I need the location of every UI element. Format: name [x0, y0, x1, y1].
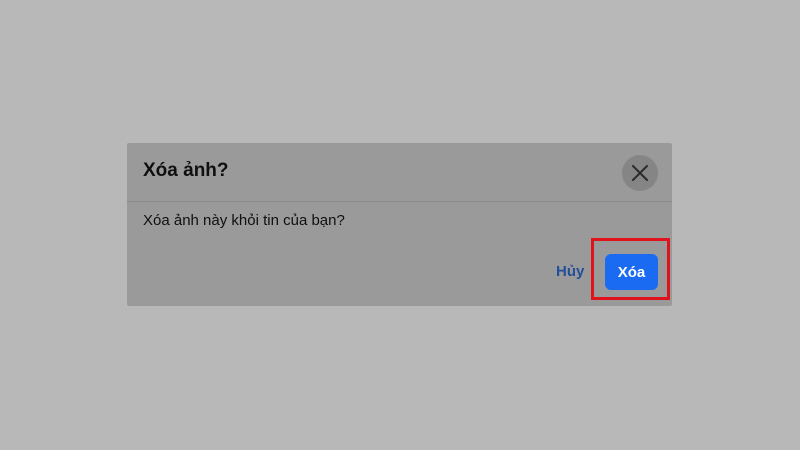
dialog-message: Xóa ảnh này khỏi tin của bạn? — [143, 212, 345, 229]
screen-overlay: Xóa ảnh? Xóa ảnh này khỏi tin của bạn? H… — [0, 0, 800, 450]
dialog-header: Xóa ảnh? — [127, 143, 672, 202]
close-icon — [632, 165, 648, 181]
close-button[interactable] — [622, 155, 658, 191]
dialog-title: Xóa ảnh? — [143, 160, 229, 181]
cancel-button[interactable]: Hủy — [556, 263, 584, 280]
delete-photo-dialog: Xóa ảnh? Xóa ảnh này khỏi tin của bạn? H… — [127, 143, 672, 306]
delete-confirm-button[interactable]: Xóa — [605, 254, 658, 290]
